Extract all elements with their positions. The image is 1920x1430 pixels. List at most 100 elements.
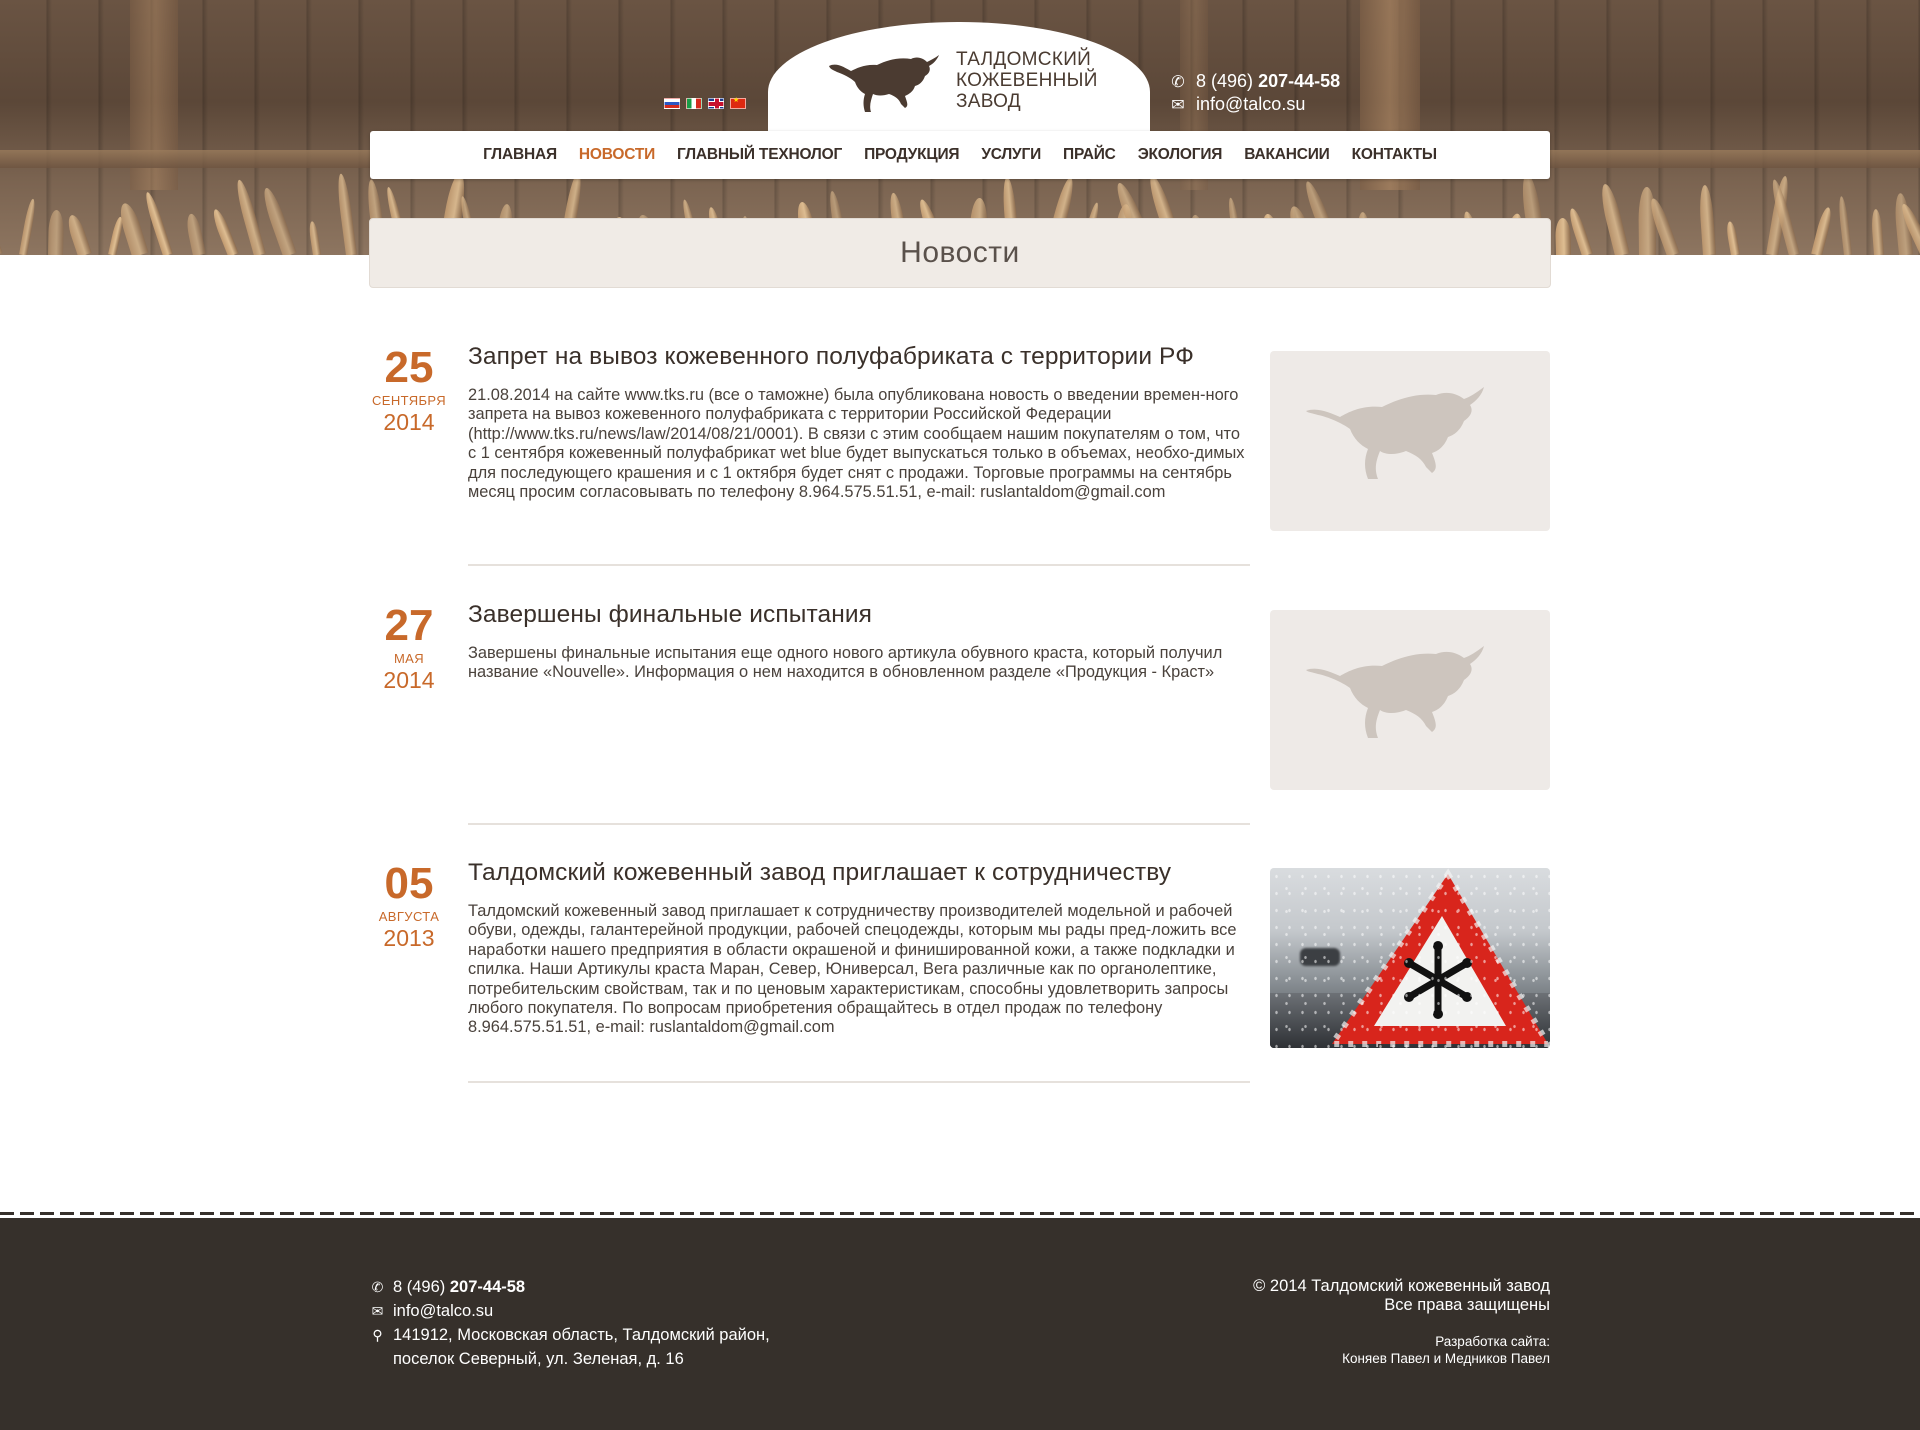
news-separator bbox=[468, 564, 1250, 566]
leather-blade bbox=[0, 200, 3, 255]
leather-blade bbox=[1837, 195, 1852, 255]
footer-copyright: © 2014 Талдомский кожевенный завод Все п… bbox=[1253, 1277, 1550, 1367]
footer-phone-prefix: 8 (496) bbox=[393, 1278, 446, 1296]
news-image[interactable] bbox=[1270, 351, 1550, 531]
leather-blade bbox=[48, 209, 65, 255]
leather-blade bbox=[1555, 217, 1571, 255]
flag-ru-icon[interactable] bbox=[664, 98, 680, 109]
leather-blade bbox=[19, 198, 37, 255]
leather-blade bbox=[1597, 182, 1630, 255]
flag-it-icon[interactable] bbox=[686, 98, 702, 109]
news-separator bbox=[468, 823, 1250, 825]
news-year: 2014 bbox=[383, 667, 435, 693]
bull-placeholder-icon bbox=[1306, 387, 1484, 479]
leather-blade bbox=[1725, 220, 1740, 255]
phone-prefix: 8 (496) bbox=[1196, 71, 1254, 91]
leather-blade bbox=[184, 212, 206, 255]
bull-placeholder-icon bbox=[1306, 646, 1484, 738]
nav-item-ecology[interactable]: ЭКОЛОГИЯ bbox=[1127, 146, 1234, 164]
news-month: МАЯ bbox=[393, 651, 425, 666]
footer-phone: ✆ 8 (496) 207-44-58 bbox=[370, 1275, 770, 1299]
news-date: 27 МАЯ 2014 bbox=[370, 601, 448, 693]
news-title-link[interactable]: Завершены финальные испытания bbox=[468, 600, 1250, 630]
nav-item-news[interactable]: НОВОСТИ bbox=[568, 146, 666, 164]
news-body: Талдомский кожевенный завод приглашает к… bbox=[468, 858, 1250, 1038]
page-title: Новости bbox=[900, 236, 1020, 269]
phone-icon: ✆ bbox=[1171, 73, 1185, 91]
main-nav: ГЛАВНАЯ НОВОСТИ ГЛАВНЫЙ ТЕХНОЛОГ ПРОДУКЦ… bbox=[370, 131, 1550, 179]
developer-names[interactable]: Коняев Павел и Медников Павел bbox=[1253, 1350, 1550, 1367]
news-text: 21.08.2014 на сайте www.tks.ru (все о та… bbox=[468, 386, 1245, 502]
developer-credits: Разработка сайта: Коняев Павел и Меднико… bbox=[1253, 1333, 1550, 1367]
footer-address-line: поселок Северный, ул. Зеленая, д. 16 bbox=[393, 1350, 684, 1368]
leather-blade bbox=[1638, 186, 1656, 255]
leather-blade bbox=[210, 207, 239, 255]
email-link[interactable]: info@talco.su bbox=[1196, 94, 1305, 115]
nav-item-products[interactable]: ПРОДУКЦИЯ bbox=[853, 146, 970, 164]
leather-blade bbox=[233, 178, 266, 255]
news-separator bbox=[468, 1081, 1250, 1083]
nav-item-vacancies[interactable]: ВАКАНСИИ bbox=[1233, 146, 1340, 164]
footer-address: ⚲ 141912, Московская область, Талдомский… bbox=[370, 1323, 770, 1347]
news-day: 05 bbox=[384, 859, 434, 908]
header-email[interactable]: ✉ info@talco.su bbox=[1168, 93, 1340, 116]
nav-item-contacts[interactable]: КОНТАКТЫ bbox=[1341, 146, 1448, 164]
brand-name-line: ЗАВОД bbox=[956, 91, 1021, 112]
news-title-link[interactable]: Запрет на вывоз кожевенного полуфабрикат… bbox=[468, 342, 1250, 372]
brand-name-line: КОЖЕВЕННЫЙ bbox=[956, 70, 1098, 91]
copyright-text: © 2014 Талдомский кожевенный завод bbox=[1253, 1277, 1550, 1295]
nav-item-home[interactable]: ГЛАВНАЯ bbox=[472, 146, 568, 164]
news-body: Завершены финальные испытания Завершены … bbox=[468, 600, 1250, 683]
header-contacts: ✆ 8 (496) 207-44-58 ✉ info@talco.su bbox=[1168, 70, 1340, 116]
footer-address: поселок Северный, ул. Зеленая, д. 16 bbox=[370, 1347, 770, 1371]
language-switcher bbox=[664, 96, 746, 109]
news-image[interactable] bbox=[1270, 868, 1550, 1048]
news-title-link[interactable]: Талдомский кожевенный завод приглашает к… bbox=[468, 858, 1250, 888]
rights-text: Все права защищены bbox=[1384, 1296, 1550, 1314]
flag-uk-icon[interactable] bbox=[708, 98, 724, 109]
footer-address-line: 141912, Московская область, Талдомский р… bbox=[393, 1326, 770, 1344]
footer-email[interactable]: ✉ info@talco.su bbox=[370, 1299, 770, 1323]
news-year: 2013 bbox=[383, 925, 435, 951]
developer-label: Разработка сайта: bbox=[1435, 1334, 1550, 1349]
footer-phone-number: 207-44-58 bbox=[449, 1278, 526, 1296]
leather-blade bbox=[142, 190, 173, 255]
news-date: 05 АВГУСТА 2013 bbox=[370, 859, 448, 951]
page-title-bar: Новости bbox=[369, 218, 1551, 288]
news-year: 2014 bbox=[383, 409, 435, 435]
header-phone: ✆ 8 (496) 207-44-58 bbox=[1168, 70, 1340, 93]
nav-item-services[interactable]: УСЛУГИ bbox=[970, 146, 1052, 164]
bull-logo-icon[interactable] bbox=[827, 52, 943, 116]
news-body: Запрет на вывоз кожевенного полуфабрикат… bbox=[468, 342, 1250, 502]
news-text: Завершены финальные испытания еще одного… bbox=[468, 644, 1223, 682]
leather-blade bbox=[335, 172, 357, 255]
leather-blade bbox=[64, 212, 92, 255]
news-month: СЕНТЯБРЯ bbox=[372, 393, 446, 408]
brand-name-line: ТАЛДОМСКИЙ bbox=[956, 49, 1092, 70]
leather-blade bbox=[1870, 208, 1884, 255]
leather-blade bbox=[1811, 206, 1834, 255]
phone-icon: ✆ bbox=[371, 1279, 384, 1295]
news-date: 25 СЕНТЯБРЯ 2014 bbox=[370, 343, 448, 435]
news-day: 25 bbox=[384, 343, 434, 392]
nav-item-chief-technologist[interactable]: ГЛАВНЫЙ ТЕХНОЛОГ bbox=[666, 146, 853, 164]
leather-blade bbox=[308, 220, 321, 255]
leather-blade bbox=[259, 185, 297, 255]
footer-contacts: ✆ 8 (496) 207-44-58 ✉ info@talco.su ⚲ 14… bbox=[370, 1275, 770, 1371]
news-text: Талдомский кожевенный завод приглашает к… bbox=[468, 902, 1237, 1037]
envelope-icon: ✉ bbox=[371, 1303, 384, 1319]
brand-name[interactable]: ТАЛДОМСКИЙ КОЖЕВЕННЫЙ ЗАВОД bbox=[956, 49, 1126, 112]
envelope-icon: ✉ bbox=[1171, 96, 1185, 114]
nav-item-prices[interactable]: ПРАЙС bbox=[1052, 146, 1127, 164]
footer-stitch-line bbox=[0, 1212, 1920, 1215]
news-day: 27 bbox=[384, 601, 434, 650]
news-month: АВГУСТА bbox=[378, 909, 440, 924]
footer bbox=[0, 1218, 1920, 1430]
map-marker-icon: ⚲ bbox=[372, 1327, 383, 1343]
footer-email-link[interactable]: info@talco.su bbox=[393, 1299, 493, 1323]
flag-cn-icon[interactable] bbox=[730, 96, 746, 109]
leather-blade bbox=[1698, 184, 1716, 255]
phone-number: 207-44-58 bbox=[1258, 71, 1341, 91]
news-image[interactable] bbox=[1270, 610, 1550, 790]
snow-warning-sign-photo bbox=[1270, 868, 1550, 1048]
